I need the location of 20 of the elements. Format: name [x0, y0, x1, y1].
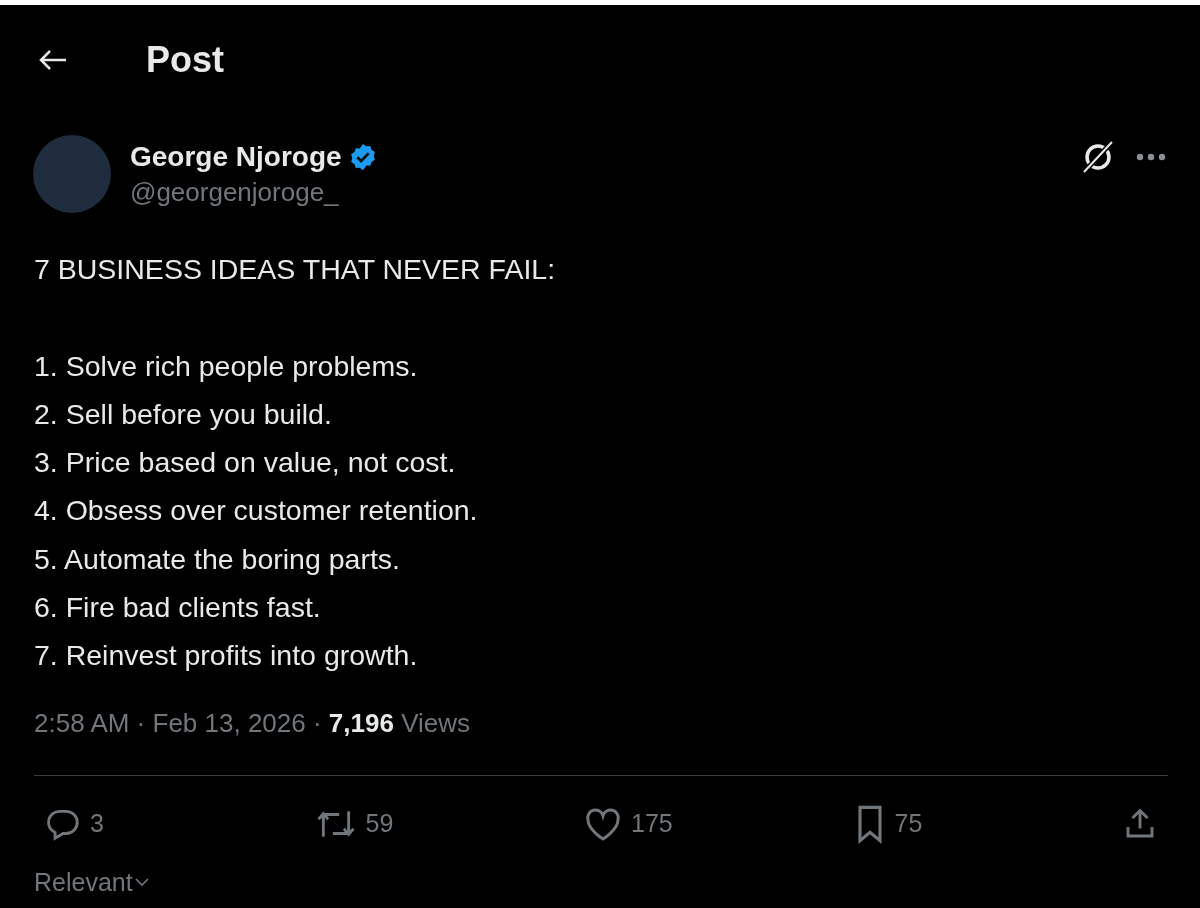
post-text-line: 4. Obsess over customer retention. [34, 493, 479, 529]
chevron-down-icon [134, 877, 149, 888]
post-timestamp: 2:58 AM · Feb 13, 2026 · 7,196 Views [33, 706, 472, 739]
action-count: 75 [894, 809, 923, 839]
post-text-line: 2. Sell before you build. [34, 396, 333, 432]
action-count: 59 [365, 809, 394, 839]
back-arrow-icon[interactable] [38, 48, 68, 72]
post-text-line: 1. Solve rich people problems. [34, 348, 419, 384]
post-text-line: 7. Reinvest profits into growth. [34, 638, 419, 674]
author-name[interactable]: George Njoroge [130, 140, 342, 173]
action-count: 3 [90, 809, 104, 839]
post-text-line: 3. Price based on value, not cost. [34, 445, 457, 481]
post-text-line: 5. Automate the boring parts. [34, 541, 401, 577]
page-title: Post [146, 39, 224, 81]
post-text-line: 6. Fire bad clients fast. [34, 590, 322, 626]
action-count: 175 [631, 809, 673, 839]
more-options-icon[interactable] [1136, 153, 1166, 161]
post-heading: 7 BUSINESS IDEAS THAT NEVER FAIL: [34, 252, 557, 287]
sort-dropdown[interactable]: Relevant [34, 867, 149, 897]
author-handle[interactable]: @georgenjoroge_ [130, 176, 378, 208]
